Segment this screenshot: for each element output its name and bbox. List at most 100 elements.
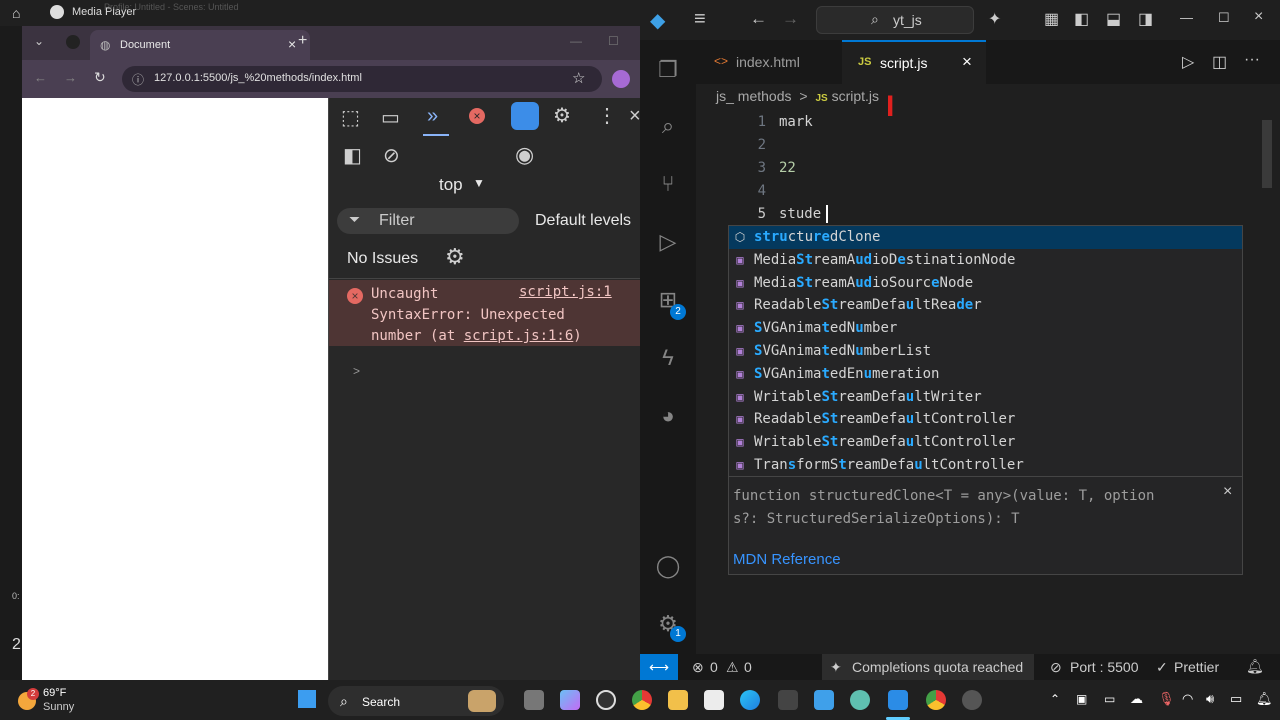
weather-temp[interactable]: 69°F xyxy=(43,687,66,699)
browser-tab-document[interactable]: ◍ Document × xyxy=(90,30,310,60)
tray-display-icon[interactable]: ▭ xyxy=(1104,692,1115,706)
run-file-icon[interactable]: ▷ xyxy=(1182,52,1194,72)
clear-console-icon[interactable]: ⊘ xyxy=(383,146,400,166)
close-tab-icon[interactable]: × xyxy=(288,36,296,52)
split-editor-icon[interactable]: ◫ xyxy=(1212,52,1227,72)
inspect-element-icon[interactable]: ⬚ xyxy=(341,108,360,128)
more-options-icon[interactable]: ⋮ xyxy=(597,106,617,126)
customize-layout-icon[interactable]: ▦ xyxy=(1044,9,1059,29)
copilot-icon[interactable]: ✦ xyxy=(988,9,1001,29)
remote-icon[interactable]: ◕ xyxy=(654,402,682,430)
issues-status[interactable]: No Issues xyxy=(347,250,418,268)
suggestion-item[interactable]: ▣ ReadableStreamDefaultReader xyxy=(729,294,1242,317)
battery-icon[interactable]: ▭ xyxy=(1230,691,1242,707)
vscode-app-icon[interactable] xyxy=(888,690,908,710)
remote-indicator-icon[interactable]: ⟷ xyxy=(640,654,678,680)
console-prompt-icon[interactable]: > xyxy=(353,364,360,378)
forward-nav-icon[interactable]: → xyxy=(782,9,799,29)
source-control-icon[interactable]: ⑂ xyxy=(654,170,682,198)
taskbar-search[interactable]: ⌕ Search xyxy=(328,686,504,716)
more-tabs-icon[interactable]: » xyxy=(427,106,438,126)
more-actions-icon[interactable]: ··· xyxy=(1244,51,1260,69)
error-count-icon[interactable]: × xyxy=(469,108,485,124)
suggestion-item[interactable]: ▣ SVGAnimatedEnumeration xyxy=(729,363,1242,386)
edge-icon[interactable] xyxy=(740,690,760,710)
error-source-link[interactable]: script.js:1 xyxy=(519,284,612,300)
suggestion-item[interactable]: ⬡ structuredClone xyxy=(729,226,1242,249)
sidebar-toggle-icon[interactable]: ◧ xyxy=(343,146,362,166)
settings-app-icon[interactable] xyxy=(962,690,982,710)
warnings-count[interactable]: 0 xyxy=(744,659,752,675)
accounts-icon[interactable]: ◯ xyxy=(654,552,682,580)
problems-error-icon[interactable]: ⊗ xyxy=(692,659,704,676)
suggestion-item[interactable]: ▣ MediaStreamAudioDestinationNode xyxy=(729,249,1242,272)
new-tab-icon[interactable]: + xyxy=(298,32,307,50)
back-nav-icon[interactable]: ← xyxy=(750,9,767,29)
toggle-primary-sidebar-icon[interactable]: ◧ xyxy=(1074,9,1089,29)
chrome-app-icon[interactable] xyxy=(632,690,652,710)
close-window-icon[interactable]: × xyxy=(1254,8,1263,26)
wifi-icon[interactable]: ◠ xyxy=(1182,691,1193,707)
settings-gear-icon[interactable]: ⚙ xyxy=(553,106,571,126)
copilot-app-icon[interactable] xyxy=(560,690,580,710)
tab-list-chevron-icon[interactable]: ⌄ xyxy=(34,34,44,48)
suggestion-item[interactable]: ▣ SVGAnimatedNumber xyxy=(729,317,1242,340)
context-dropdown-icon[interactable]: ▼ xyxy=(473,176,485,190)
url-bar[interactable]: ⓘ 127.0.0.1:5500/js_%20methods/index.htm… xyxy=(122,66,602,92)
terminal-icon[interactable] xyxy=(778,690,798,710)
console-settings-gear-icon[interactable]: ⚙ xyxy=(445,246,465,268)
profile-icon[interactable] xyxy=(66,35,80,49)
bookmark-star-icon[interactable]: ☆ xyxy=(572,69,585,87)
run-debug-icon[interactable]: ▷ xyxy=(654,228,682,256)
windows-start-icon[interactable] xyxy=(298,690,316,708)
suggestion-item[interactable]: ▣ ReadableStreamDefaultController xyxy=(729,408,1242,431)
tab-index-html[interactable]: <> index.html xyxy=(696,40,842,84)
volume-icon[interactable]: 🔊︎ xyxy=(1206,691,1214,707)
toggle-panel-icon[interactable]: ⬓ xyxy=(1106,9,1121,29)
close-devtools-icon[interactable]: × xyxy=(629,106,641,126)
globe-app-icon[interactable] xyxy=(850,690,870,710)
menu-icon[interactable]: ≡ xyxy=(694,8,706,31)
tray-cloud-icon[interactable]: ☁ xyxy=(1130,691,1143,707)
suggestion-item[interactable]: ▣ WritableStreamDefaultController xyxy=(729,431,1242,454)
store-icon[interactable] xyxy=(704,690,724,710)
file-explorer-icon[interactable] xyxy=(668,690,688,710)
task-view-icon[interactable] xyxy=(524,690,544,710)
suggestion-item[interactable]: ▣ TransformStreamDefaultController xyxy=(729,454,1242,477)
suggestion-item[interactable]: ▣ MediaStreamAudioSourceNode xyxy=(729,272,1242,295)
microphone-icon[interactable]: 🎙︎ xyxy=(1158,691,1175,707)
copilot-status[interactable]: ✦ Completions quota reached xyxy=(822,654,1034,680)
maximize-icon[interactable]: ☐ xyxy=(608,34,619,48)
maximize-window-icon[interactable]: ☐ xyxy=(1218,10,1230,26)
reload-icon[interactable]: ↻ xyxy=(94,69,106,86)
minimap-scroll[interactable] xyxy=(1262,120,1272,188)
close-tab-icon[interactable]: × xyxy=(962,52,972,72)
tab-script-js[interactable]: JS script.js × xyxy=(842,40,986,84)
suggestion-item[interactable]: ▣ SVGAnimatedNumberList xyxy=(729,340,1242,363)
breadcrumb-folder[interactable]: js_ methods xyxy=(716,88,791,104)
explorer-icon[interactable]: ❐ xyxy=(654,56,682,84)
notifications-bell-icon[interactable]: 🔔︎ xyxy=(1246,658,1264,675)
forward-icon[interactable]: → xyxy=(64,70,77,85)
device-toolbar-icon[interactable]: ▭ xyxy=(381,108,400,128)
search-view-icon[interactable]: ⌕ xyxy=(654,112,682,140)
mdn-reference-link[interactable]: MDN Reference xyxy=(733,551,841,568)
live-expression-eye-icon[interactable]: ◉ xyxy=(515,144,534,166)
context-selector[interactable]: top xyxy=(439,175,463,195)
toggle-secondary-sidebar-icon[interactable]: ◨ xyxy=(1138,9,1153,29)
back-icon[interactable]: ← xyxy=(34,70,47,85)
minimize-window-icon[interactable]: — xyxy=(1180,10,1193,25)
home-icon[interactable]: ⌂ xyxy=(12,5,20,21)
live-server-port[interactable]: Port : 5500 xyxy=(1070,659,1139,675)
tray-app-icon[interactable]: ▣ xyxy=(1076,692,1087,706)
chrome-profile-app-icon[interactable] xyxy=(926,690,946,710)
profile-avatar-icon[interactable] xyxy=(612,70,630,88)
site-info-icon[interactable]: ⓘ xyxy=(132,71,144,88)
warning-icon[interactable]: ⚠ xyxy=(726,659,739,676)
media-player-app-icon[interactable] xyxy=(596,690,616,710)
prettier-status[interactable]: Prettier xyxy=(1174,659,1219,675)
problems-count[interactable]: 0 xyxy=(710,659,718,675)
close-details-icon[interactable]: × xyxy=(1223,483,1232,501)
ai-assistant-icon[interactable] xyxy=(511,102,539,130)
filter-input[interactable]: ⏷ Filter xyxy=(337,208,519,234)
